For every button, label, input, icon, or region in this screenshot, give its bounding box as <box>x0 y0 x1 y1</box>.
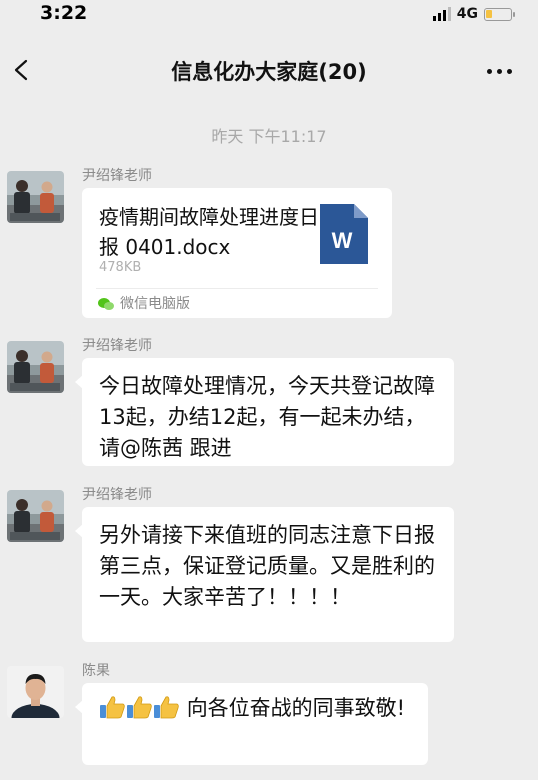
sender-name: 尹绍锋老师 <box>82 487 152 503</box>
message-item: 尹绍锋老师 疫情期间故障处理进度日报 0401.docx 478KB W 微信电… <box>0 165 538 320</box>
wechat-icon <box>98 298 114 310</box>
avatar[interactable] <box>7 341 64 393</box>
thumbs-up-icon <box>127 696 152 719</box>
file-message-bubble[interactable]: 疫情期间故障处理进度日报 0401.docx 478KB W 微信电脑版 <box>82 188 392 318</box>
thumbs-up-icon <box>154 696 179 719</box>
avatar[interactable] <box>7 666 64 718</box>
message-item: 尹绍锋老师 另外请接下来值班的同志注意下日报第三点，保证登记质量。又是胜利的一天… <box>0 484 538 644</box>
message-text: 今日故障处理情况，今天共登记故障13起，办结12起，有一起未办结，请@陈茜 跟进 <box>99 374 435 460</box>
emoji-group <box>99 696 187 720</box>
message-item: 陈果 向各位奋战的同事致敬! <box>0 660 538 770</box>
text-message-bubble[interactable]: 向各位奋战的同事致敬! <box>75 683 428 765</box>
message-timestamp: 昨天 下午11:17 <box>211 127 327 146</box>
message-item: 尹绍锋老师 今日故障处理情况，今天共登记故障13起，办结12起，有一起未办结，请… <box>0 335 538 470</box>
text-message-bubble[interactable]: 另外请接下来值班的同志注意下日报第三点，保证登记质量。又是胜利的一天。大家辛苦了… <box>75 507 454 642</box>
status-bar: 3:22 4G <box>0 0 538 28</box>
status-time: 3:22 <box>40 2 88 24</box>
thumbs-up-icon <box>100 696 125 719</box>
sender-name: 尹绍锋老师 <box>82 338 152 354</box>
file-source-label: 微信电脑版 <box>120 296 190 312</box>
text-message-bubble[interactable]: 今日故障处理情况，今天共登记故障13起，办结12起，有一起未办结，请@陈茜 跟进 <box>75 358 454 466</box>
more-icon[interactable] <box>487 69 512 74</box>
network-label: 4G <box>456 6 478 22</box>
message-text: 另外请接下来值班的同志注意下日报第三点，保证登记质量。又是胜利的一天。大家辛苦了… <box>99 523 435 609</box>
status-indicators: 4G <box>432 5 515 23</box>
message-text: 向各位奋战的同事致敬! <box>99 693 412 724</box>
battery-icon <box>484 7 515 21</box>
sender-name: 尹绍锋老师 <box>82 168 152 184</box>
avatar[interactable] <box>7 171 64 223</box>
message-text-body: 向各位奋战的同事致敬! <box>186 696 406 720</box>
chat-title: 信息化办大家庭(20) <box>171 60 367 84</box>
divider <box>96 288 378 289</box>
file-name: 疫情期间故障处理进度日报 0401.docx <box>99 205 319 259</box>
file-size: 478KB <box>99 260 142 275</box>
svg-text:W: W <box>332 228 353 253</box>
avatar[interactable] <box>7 490 64 542</box>
word-icon: W <box>320 204 368 264</box>
signal-icon <box>432 7 451 21</box>
chat-header: 信息化办大家庭(20) <box>0 40 538 100</box>
sender-name: 陈果 <box>82 663 110 679</box>
